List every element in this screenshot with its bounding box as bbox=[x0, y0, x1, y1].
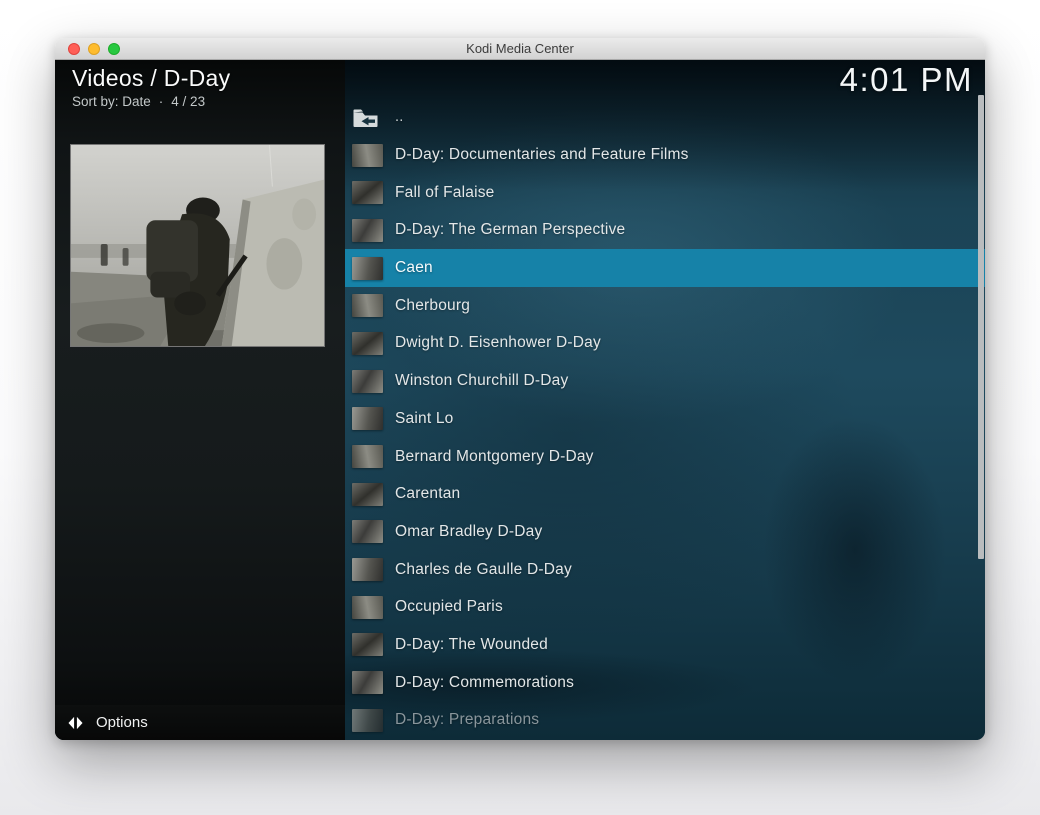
video-title: Fall of Falaise bbox=[395, 184, 494, 202]
video-title: Saint Lo bbox=[395, 410, 453, 428]
list-item[interactable]: Bernard Montgomery D-Day bbox=[345, 438, 985, 476]
page-title: Videos / D-Day bbox=[72, 65, 345, 92]
list-item[interactable]: Omar Bradley D-Day bbox=[345, 513, 985, 551]
video-list: .. D-Day: Documentaries and Feature Film… bbox=[345, 99, 985, 740]
window-title: Kodi Media Center bbox=[55, 41, 985, 56]
sort-separator: · bbox=[159, 94, 164, 109]
video-thumbnail bbox=[352, 332, 383, 355]
list-item[interactable]: Fall of Falaise bbox=[345, 174, 985, 212]
video-title: Bernard Montgomery D-Day bbox=[395, 448, 594, 466]
video-title: Omar Bradley D-Day bbox=[395, 523, 542, 541]
sort-line: Sort by: Date · 4 / 23 bbox=[72, 94, 345, 109]
video-thumbnail bbox=[352, 520, 383, 543]
video-title: Cherbourg bbox=[395, 297, 470, 315]
sort-by-label[interactable]: Sort by: Date bbox=[72, 94, 151, 109]
video-title: D-Day: Preparations bbox=[395, 711, 539, 729]
video-thumbnail bbox=[352, 257, 383, 280]
list-item-selected[interactable]: Caen bbox=[345, 249, 985, 287]
scrollbar-thumb[interactable] bbox=[978, 95, 984, 559]
video-title: Occupied Paris bbox=[395, 598, 503, 616]
clock: 4:01 PM bbox=[840, 61, 973, 99]
video-thumbnail bbox=[352, 483, 383, 506]
video-title: Winston Churchill D-Day bbox=[395, 372, 568, 390]
video-thumbnail bbox=[352, 596, 383, 619]
video-title: D-Day: The German Perspective bbox=[395, 221, 625, 239]
list-item[interactable]: Occupied Paris bbox=[345, 588, 985, 626]
poster-thumbnail bbox=[70, 144, 325, 347]
list-item[interactable]: D-Day: The German Perspective bbox=[345, 212, 985, 250]
video-thumbnail bbox=[352, 294, 383, 317]
video-title: Caen bbox=[395, 259, 433, 277]
video-thumbnail bbox=[352, 407, 383, 430]
options-bar[interactable]: Options bbox=[55, 705, 345, 740]
list-item-parent[interactable]: .. bbox=[345, 99, 985, 137]
macos-titlebar: Kodi Media Center bbox=[55, 38, 985, 60]
list-item[interactable]: Winston Churchill D-Day bbox=[345, 362, 985, 400]
options-label: Options bbox=[96, 714, 148, 731]
list-item[interactable]: D-Day: The Wounded bbox=[345, 626, 985, 664]
war-photo-illustration bbox=[71, 145, 324, 346]
list-item[interactable]: Carentan bbox=[345, 475, 985, 513]
list-item[interactable]: D-Day: Documentaries and Feature Films bbox=[345, 136, 985, 174]
list-item[interactable]: D-Day: Commemorations bbox=[345, 664, 985, 702]
video-thumbnail bbox=[352, 370, 383, 393]
video-title: D-Day: The Wounded bbox=[395, 636, 548, 654]
video-thumbnail bbox=[352, 709, 383, 732]
video-title: Charles de Gaulle D-Day bbox=[395, 561, 572, 579]
kodi-content: 4:01 PM Videos / D-Day Sort by: Date · 4… bbox=[55, 60, 985, 740]
list-item[interactable]: Cherbourg bbox=[345, 287, 985, 325]
list-item[interactable]: Dwight D. Eisenhower D-Day bbox=[345, 325, 985, 363]
list-item[interactable]: D-Day: Preparations bbox=[345, 702, 985, 740]
kodi-window: Kodi Media Center 4:01 PM Videos / D-Day… bbox=[55, 38, 985, 740]
video-thumbnail bbox=[352, 445, 383, 468]
list-item[interactable]: Saint Lo bbox=[345, 400, 985, 438]
video-title: D-Day: Documentaries and Feature Films bbox=[395, 146, 689, 164]
parent-folder-label: .. bbox=[395, 109, 403, 125]
video-thumbnail bbox=[352, 144, 383, 167]
video-thumbnail bbox=[352, 671, 383, 694]
video-thumbnail bbox=[352, 633, 383, 656]
video-title: Carentan bbox=[395, 485, 460, 503]
panel-header: Videos / D-Day Sort by: Date · 4 / 23 bbox=[55, 60, 345, 109]
video-title: D-Day: Commemorations bbox=[395, 674, 574, 692]
parent-folder-icon bbox=[352, 107, 379, 128]
video-thumbnail bbox=[352, 219, 383, 242]
left-panel: Videos / D-Day Sort by: Date · 4 / 23 bbox=[55, 60, 345, 740]
video-title: Dwight D. Eisenhower D-Day bbox=[395, 334, 601, 352]
video-thumbnail bbox=[352, 181, 383, 204]
list-item[interactable]: Charles de Gaulle D-Day bbox=[345, 551, 985, 589]
video-thumbnail bbox=[352, 558, 383, 581]
position-indicator: 4 / 23 bbox=[171, 94, 205, 109]
options-icon bbox=[68, 716, 83, 730]
